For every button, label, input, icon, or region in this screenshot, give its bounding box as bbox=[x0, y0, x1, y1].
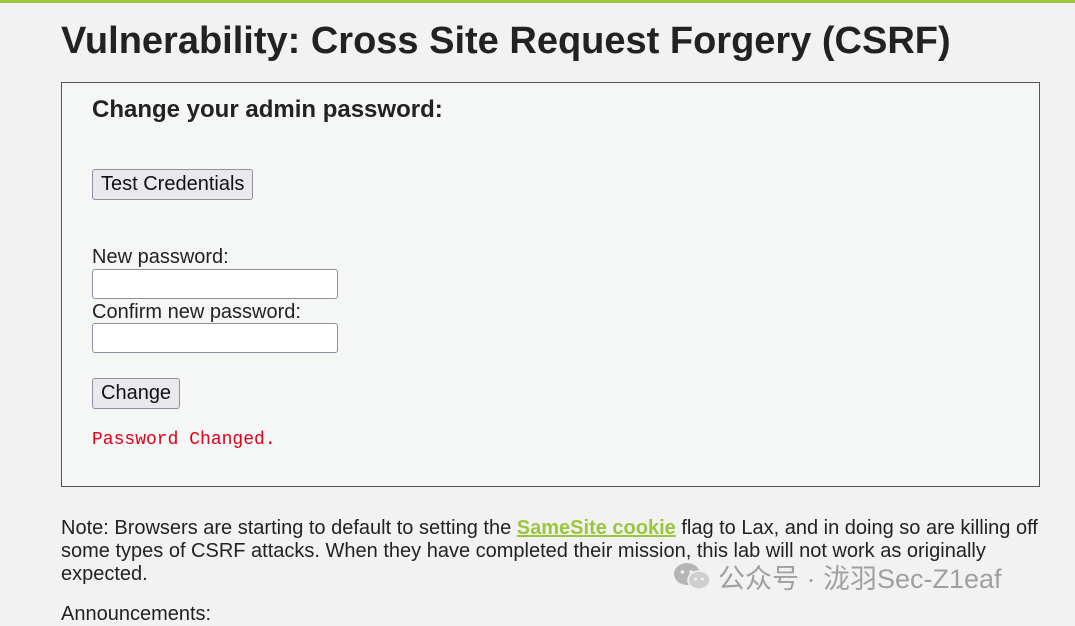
change-button[interactable]: Change bbox=[92, 378, 181, 409]
top-accent-bar bbox=[0, 0, 1075, 3]
confirm-password-input[interactable] bbox=[92, 323, 338, 353]
form-heading: Change your admin password: bbox=[92, 96, 443, 123]
wechat-icon bbox=[672, 561, 712, 591]
watermark: 公众号 · 泷羽Sec-Z1eaf bbox=[672, 560, 1002, 594]
announcements-heading: Announcements: bbox=[61, 603, 212, 625]
note-prefix: Note: Browsers are starting to default t… bbox=[61, 517, 517, 539]
samesite-cookie-link[interactable]: SameSite cookie bbox=[517, 517, 676, 539]
test-credentials-button[interactable]: Test Credentials bbox=[92, 169, 254, 200]
new-password-input[interactable] bbox=[92, 269, 338, 299]
watermark-text: 公众号 · 泷羽Sec-Z1eaf bbox=[718, 563, 1002, 594]
page-title: Vulnerability: Cross Site Request Forger… bbox=[61, 20, 951, 62]
confirm-password-label: Confirm new password: bbox=[92, 301, 301, 323]
csrf-form-panel: Change your admin password: Test Credent… bbox=[61, 82, 1040, 487]
status-message: Password Changed. bbox=[92, 430, 276, 450]
new-password-label: New password: bbox=[92, 246, 229, 268]
